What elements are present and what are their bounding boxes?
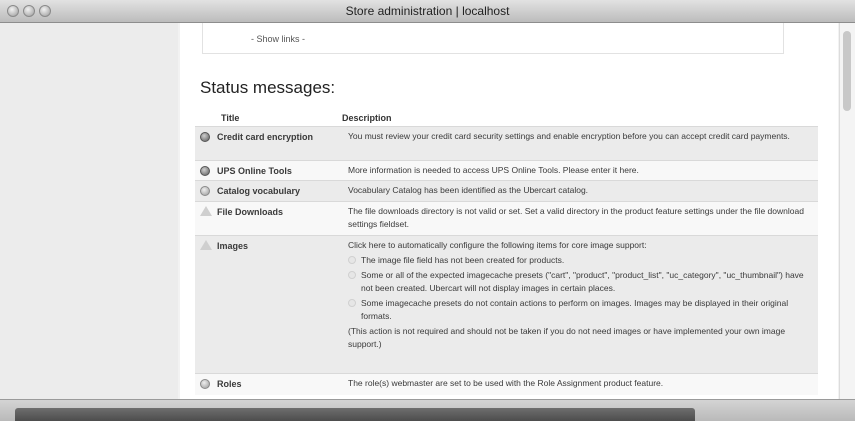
table-row: Images Click here to automatically confi… — [195, 235, 818, 373]
table-row: Credit card encryption You must review y… — [195, 126, 818, 160]
scrollbar-thumb[interactable] — [843, 31, 851, 111]
browser-window: Store administration | localhost - Show … — [0, 0, 855, 421]
row-description: The file downloads directory is not vali… — [348, 206, 804, 229]
table-header: Title Description — [195, 110, 818, 126]
table-row: Roles The role(s) webmaster are set to b… — [195, 373, 818, 395]
vertical-scrollbar[interactable] — [839, 23, 855, 399]
list-item: The image file field has not been create… — [348, 254, 814, 267]
row-title: File Downloads — [217, 207, 284, 217]
warning-triangle-icon — [200, 206, 212, 216]
bottom-panel — [0, 399, 855, 421]
status-table: Title Description Credit card encryption… — [195, 110, 818, 395]
row-description: More information is needed to access UPS… — [348, 165, 639, 175]
window-titlebar: Store administration | localhost — [0, 0, 855, 23]
row-title: Roles — [217, 379, 242, 389]
description-column-header: Description — [342, 113, 392, 123]
main-content: - Show links - Status messages: Title De… — [180, 23, 838, 399]
grey-status-dot-icon — [200, 166, 210, 176]
row-title: UPS Online Tools — [217, 166, 292, 176]
light-status-dot-icon — [200, 379, 210, 389]
table-row: File Downloads The file downloads direct… — [195, 201, 818, 235]
status-messages-heading: Status messages: — [200, 78, 336, 97]
row-title: Catalog vocabulary — [217, 186, 301, 196]
grey-status-dot-icon — [200, 132, 210, 142]
show-links-box: - Show links - — [202, 23, 784, 54]
warning-triangle-icon — [200, 240, 212, 250]
table-row: UPS Online Tools More information is nee… — [195, 160, 818, 180]
row-description: Vocabulary Catalog has been identified a… — [348, 185, 589, 195]
left-sidebar — [0, 23, 178, 399]
images-note: (This action is not required and should … — [348, 326, 786, 349]
bottom-bar — [15, 408, 695, 421]
show-links-link[interactable]: - Show links - — [251, 34, 305, 44]
row-title: Images — [217, 241, 249, 251]
images-configure-link[interactable]: Click here to automatically configure th… — [348, 239, 814, 252]
table-row: Catalog vocabulary Vocabulary Catalog ha… — [195, 180, 818, 201]
title-column-header: Title — [221, 113, 240, 123]
row-description: You must review your credit card securit… — [348, 131, 790, 141]
light-status-dot-icon — [200, 186, 210, 196]
row-title: Credit card encryption — [217, 132, 314, 142]
list-item: Some imagecache presets do not contain a… — [348, 297, 814, 323]
window-title: Store administration | localhost — [345, 4, 510, 18]
page-viewport: - Show links - Status messages: Title De… — [0, 23, 855, 399]
row-description: The role(s) webmaster are set to be used… — [348, 378, 664, 388]
list-item: Some or all of the expected imagecache p… — [348, 269, 814, 295]
